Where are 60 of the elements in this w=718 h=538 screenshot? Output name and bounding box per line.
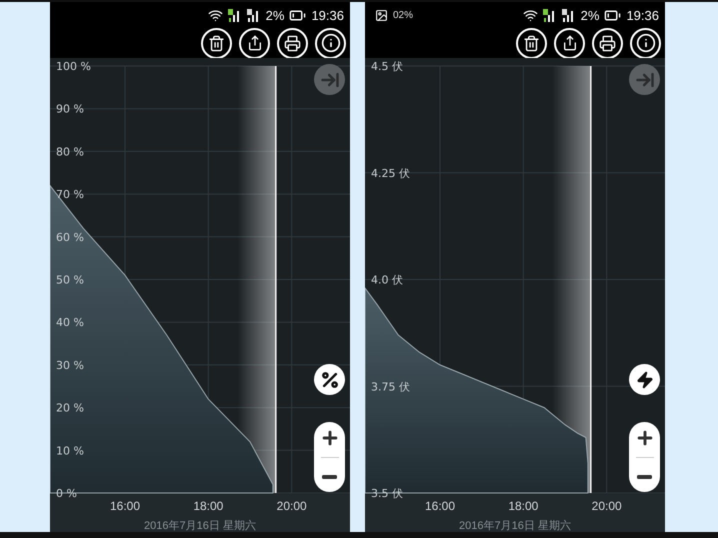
y-axis-label: 20 % — [56, 402, 84, 415]
wifi-icon — [208, 8, 223, 22]
print-button[interactable] — [277, 28, 308, 58]
trash-icon — [208, 34, 225, 52]
y-axis-label: 50 % — [56, 274, 84, 286]
x-axis-label: 18:00 — [508, 499, 538, 513]
image-icon — [375, 8, 388, 22]
mode-button[interactable] — [314, 364, 345, 395]
y-axis-label: 3.75 伏 — [371, 380, 410, 394]
delete-button[interactable] — [201, 28, 232, 58]
y-axis-label: 4.0 伏 — [371, 274, 403, 286]
minus-icon — [322, 474, 337, 478]
y-axis-label: 60 % — [56, 230, 84, 244]
printer-icon — [284, 34, 301, 52]
signal-icon — [228, 8, 242, 22]
print-button[interactable] — [592, 28, 623, 58]
y-axis-label: 10 % — [56, 444, 84, 458]
signal-icon — [542, 8, 557, 22]
date-label: 2016年7月16日 星期六 — [459, 518, 571, 533]
plus-icon — [320, 428, 340, 448]
signal-icon — [562, 8, 576, 22]
y-axis-label: 80 % — [56, 145, 84, 158]
y-axis-label: 40 % — [56, 316, 84, 330]
x-axis-label: 16:00 — [110, 499, 140, 513]
wifi-icon — [522, 8, 538, 22]
info-icon — [320, 33, 340, 53]
share-button[interactable] — [554, 28, 585, 58]
delete-button[interactable] — [516, 28, 547, 58]
y-axis-label: 70 % — [56, 188, 84, 202]
battery-percent: 2% — [266, 8, 284, 22]
share-button[interactable] — [239, 28, 270, 58]
notification-text: 02% — [393, 10, 414, 20]
x-axis-label: 20:00 — [276, 499, 307, 513]
info-icon — [636, 33, 656, 53]
battery-percent: 2% — [580, 8, 600, 22]
minus-icon — [637, 474, 652, 478]
lightning-icon — [636, 370, 654, 388]
x-axis-label: 20:00 — [592, 499, 622, 513]
clock: 19:36 — [311, 8, 344, 22]
printer-icon — [599, 34, 616, 52]
date-label: 2016年7月16日 星期六 — [144, 518, 256, 533]
clock: 19:36 — [626, 8, 659, 22]
info-button[interactable] — [630, 28, 661, 58]
y-axis-label: 4.25 伏 — [371, 166, 410, 180]
info-button[interactable] — [315, 28, 346, 58]
percent-icon — [320, 370, 340, 390]
y-axis-label: 30 % — [56, 358, 84, 372]
plus-icon — [634, 428, 654, 448]
y-axis-label: 4.5 伏 — [371, 60, 403, 73]
signal-icon — [246, 8, 261, 22]
jump-to-end-button[interactable] — [314, 64, 345, 95]
share-icon — [562, 35, 578, 51]
x-axis-label: 18:00 — [193, 499, 224, 513]
y-axis-label: 90 % — [56, 102, 84, 116]
share-icon — [246, 35, 262, 51]
x-axis-label: 16:00 — [424, 499, 456, 513]
trash-icon — [523, 34, 540, 52]
y-axis-label: 100 % — [56, 60, 91, 73]
jump-to-end-button[interactable] — [629, 64, 660, 95]
mode-button[interactable] — [629, 364, 660, 395]
